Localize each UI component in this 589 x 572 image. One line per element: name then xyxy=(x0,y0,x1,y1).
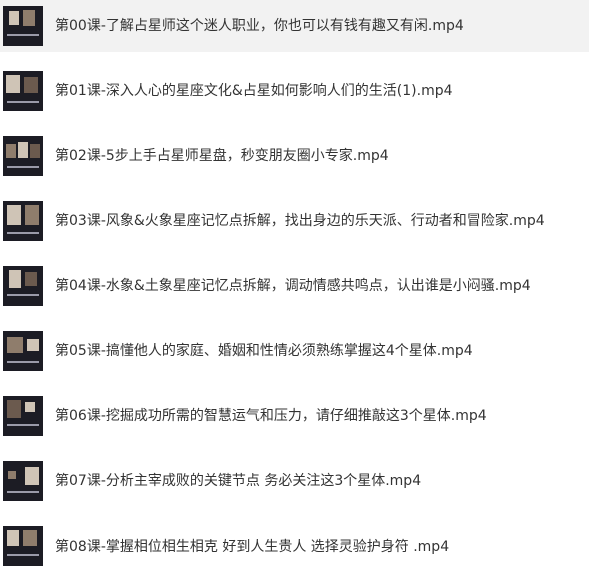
file-name: 第04课-水象&土象星座记忆点拆解，调动情感共鸣点，认出谁是小闷骚.mp4 xyxy=(55,278,531,294)
video-thumbnail-icon xyxy=(3,266,43,306)
file-name: 第05课-搞懂他人的家庭、婚姻和性情必须熟练掌握这4个星体.mp4 xyxy=(55,343,473,359)
file-row[interactable]: 第06课-挖掘成功所需的智慧运气和压力，请仔细推敲这3个星体.mp4 xyxy=(0,390,589,442)
file-name: 第00课-了解占星师这个迷人职业，你也可以有钱有趣又有闲.mp4 xyxy=(55,18,464,34)
file-row[interactable]: 第03课-风象&火象星座记忆点拆解，找出身边的乐天派、行动者和冒险家.mp4 xyxy=(0,195,589,247)
file-row[interactable]: 第05课-搞懂他人的家庭、婚姻和性情必须熟练掌握这4个星体.mp4 xyxy=(0,325,589,377)
file-list: 第00课-了解占星师这个迷人职业，你也可以有钱有趣又有闲.mp4 第01课-深入… xyxy=(0,0,589,566)
video-thumbnail-icon xyxy=(3,201,43,241)
video-thumbnail-icon xyxy=(3,71,43,111)
video-thumbnail-icon xyxy=(3,331,43,371)
file-row[interactable]: 第01课-深入人心的星座文化&占星如何影响人们的生活(1).mp4 xyxy=(0,65,589,117)
file-name: 第01课-深入人心的星座文化&占星如何影响人们的生活(1).mp4 xyxy=(55,83,453,99)
file-name: 第07课-分析主宰成败的关键节点 务必关注这3个星体.mp4 xyxy=(55,473,422,489)
video-thumbnail-icon xyxy=(3,461,43,501)
file-row[interactable]: 第08课-掌握相位相生相克 好到人生贵人 选择灵验护身符 .mp4 xyxy=(0,520,589,572)
file-name: 第03课-风象&火象星座记忆点拆解，找出身边的乐天派、行动者和冒险家.mp4 xyxy=(55,213,545,229)
file-row[interactable]: 第02课-5步上手占星师星盘，秒变朋友圈小专家.mp4 xyxy=(0,130,589,182)
file-row[interactable]: 第04课-水象&土象星座记忆点拆解，调动情感共鸣点，认出谁是小闷骚.mp4 xyxy=(0,260,589,312)
file-row[interactable]: 第07课-分析主宰成败的关键节点 务必关注这3个星体.mp4 xyxy=(0,455,589,507)
video-thumbnail-icon xyxy=(3,396,43,436)
file-name: 第02课-5步上手占星师星盘，秒变朋友圈小专家.mp4 xyxy=(55,148,389,164)
file-row[interactable]: 第00课-了解占星师这个迷人职业，你也可以有钱有趣又有闲.mp4 xyxy=(0,0,589,52)
video-thumbnail-icon xyxy=(3,136,43,176)
file-name: 第06课-挖掘成功所需的智慧运气和压力，请仔细推敲这3个星体.mp4 xyxy=(55,408,487,424)
video-thumbnail-icon xyxy=(3,6,43,46)
file-name: 第08课-掌握相位相生相克 好到人生贵人 选择灵验护身符 .mp4 xyxy=(55,539,450,555)
video-thumbnail-icon xyxy=(3,526,43,566)
